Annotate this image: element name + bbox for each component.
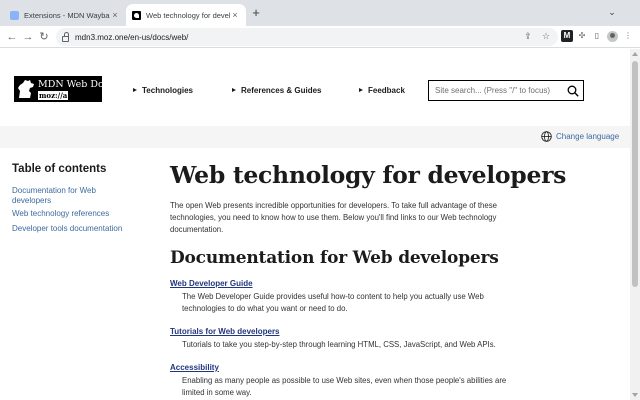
lock-icon[interactable] [62,31,69,42]
link-tutorials[interactable]: Tutorials for Web developers [170,327,280,336]
extension-icon[interactable]: M [561,30,573,42]
toc-link-references[interactable]: Web technology references [12,209,127,219]
toc-link-documentation[interactable]: Documentation for Web developers [12,186,127,206]
scroll-down-arrow-icon[interactable] [632,393,638,397]
share-icon[interactable]: ⇪ [522,30,534,42]
site-search-input[interactable]: Site search... (Press "/" to focus) [428,80,584,101]
logo-title: MDN Web Docs [38,79,114,90]
change-language-link[interactable]: Change language [556,132,619,141]
close-tab-icon[interactable]: × [110,10,120,20]
bookmark-star-icon[interactable]: ☆ [540,30,552,42]
nav-label: Feedback [368,86,405,95]
extensions-icon [10,10,19,20]
nav-label: Technologies [142,86,193,95]
entry-description: Tutorials to take you step-by-step throu… [182,340,496,349]
language-bar: Change language [0,126,630,148]
tab-extensions[interactable]: Extensions - MDN Wayback × [4,4,126,26]
search-placeholder: Site search... (Press "/" to focus) [435,86,551,95]
scrollbar-thumb[interactable] [632,61,638,287]
tab-strip: Extensions - MDN Wayback × Web technolog… [0,0,640,26]
tab-search-icon[interactable]: ⌄ [606,7,618,19]
nav-technologies[interactable]: Technologies [133,86,193,95]
nav-references-guides[interactable]: References & Guides [232,86,321,95]
mdn-favicon-icon [132,10,141,20]
link-accessibility[interactable]: Accessibility [170,363,219,372]
dinosaur-icon [18,80,34,98]
side-panel-icon[interactable]: ▯ [591,30,603,42]
browser-toolbar: ← → ↻ mdn3.moz.one/en-us/docs/web/ ⇪ ☆ M… [0,26,640,48]
search-icon[interactable] [567,85,579,97]
url-text[interactable]: mdn3.moz.one/en-us/docs/web/ [75,33,188,42]
scroll-up-arrow-icon[interactable] [632,52,638,56]
mdn-logo[interactable]: MDN Web Docs moz://a [14,76,114,102]
new-tab-button[interactable]: + [249,6,263,20]
page-title: Web technology for developers [170,161,567,189]
back-button[interactable]: ← [4,29,20,45]
tab-title: Extensions - MDN Wayback [24,10,110,20]
browser-menu-icon[interactable]: ⋮ [622,30,634,42]
expand-triangle-icon [133,88,137,92]
toc-link-devtools[interactable]: Developer tools documentation [12,224,127,234]
forward-button[interactable]: → [20,29,36,45]
tab-mdn[interactable]: Web technology for developers × [126,4,246,26]
address-bar[interactable]: mdn3.moz.one/en-us/docs/web/ [56,28,558,46]
link-web-developer-guide[interactable]: Web Developer Guide [170,279,253,288]
close-tab-icon[interactable]: × [230,10,240,20]
intro-paragraph: The open Web presents incredible opportu… [170,201,497,234]
puzzle-extensions-icon[interactable]: ✣ [576,30,588,42]
expand-triangle-icon [232,88,236,92]
reload-button[interactable]: ↻ [36,29,52,45]
expand-triangle-icon [359,88,363,92]
entry-description: The Web Developer Guide provides useful … [182,292,484,313]
entry-description: Enabling as many people as possible to u… [182,376,507,397]
globe-icon[interactable] [541,131,552,142]
page-viewport: MDN Web Docs moz://a Technologies Refere… [0,49,630,400]
profile-avatar[interactable] [607,31,618,42]
page-scrollbar[interactable] [630,49,640,400]
toc-heading: Table of contents [12,163,107,175]
section-heading: Documentation for Web developers [170,248,499,268]
tab-title: Web technology for developers [146,10,230,20]
nav-feedback[interactable]: Feedback [359,86,405,95]
nav-label: References & Guides [241,86,322,95]
mozilla-wordmark: moz://a [38,91,69,100]
